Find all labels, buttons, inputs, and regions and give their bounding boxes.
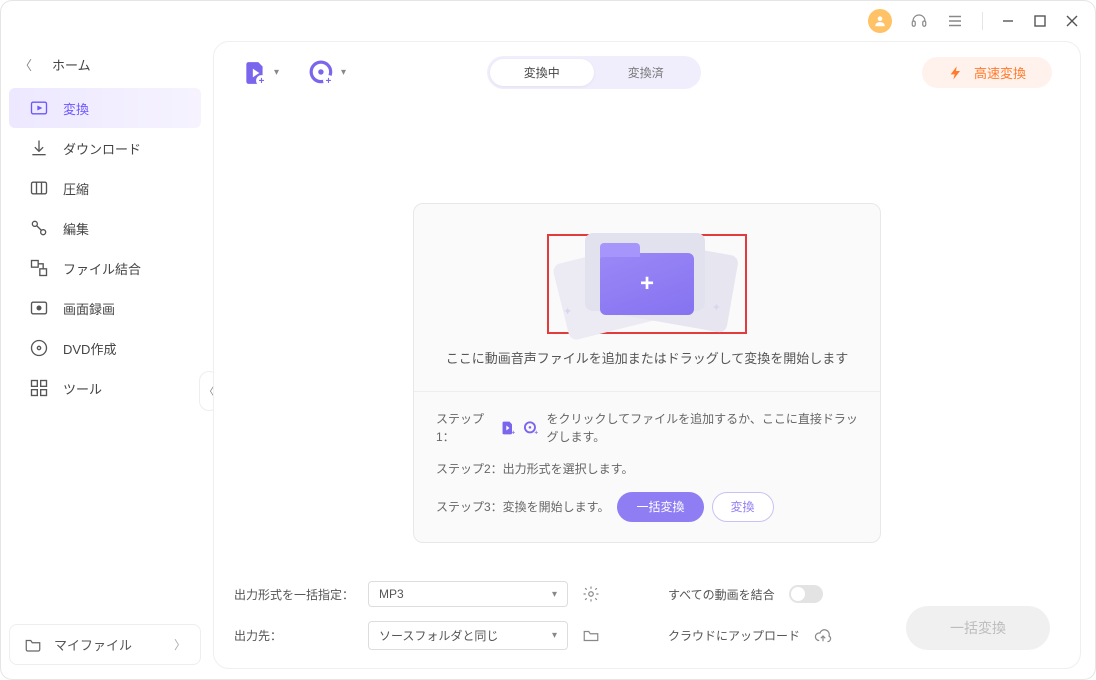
dropzone-message: ここに動画音声ファイルを追加またはドラッグして変換を開始します <box>434 348 860 367</box>
edit-icon <box>29 218 49 238</box>
tabs: 変換中 変換済 <box>487 56 701 89</box>
close-button[interactable] <box>1065 14 1079 28</box>
nav-label: ツール <box>63 379 102 398</box>
sparkle-icon: ✦ <box>563 305 572 318</box>
folder-plus-icon: + <box>600 253 694 315</box>
disc-add-icon: + <box>523 419 538 437</box>
nav-label: DVD作成 <box>63 339 116 358</box>
merge-icon <box>29 258 49 278</box>
sidebar-item-record[interactable]: 画面録画 <box>9 288 201 328</box>
add-media-dropzone[interactable]: + ✦ ✦ <box>547 234 747 334</box>
sparkle-icon: ✦ <box>712 301 721 314</box>
tab-converted[interactable]: 変換済 <box>594 59 698 86</box>
tools-icon <box>29 378 49 398</box>
output-folder-value: ソースフォルダと同じ <box>379 627 498 644</box>
chevron-down-icon: ▾ <box>274 67 279 78</box>
open-folder-icon[interactable] <box>582 627 600 645</box>
svg-text:+: + <box>535 429 539 436</box>
dvd-icon <box>29 338 49 358</box>
folder-icon <box>24 636 42 654</box>
fast-convert-label: 高速変換 <box>974 63 1026 82</box>
output-folder-select[interactable]: ソースフォルダと同じ ▾ <box>368 621 568 650</box>
step-3: ステップ3：変換を開始します。 一括変換 変換 <box>436 492 858 522</box>
dropzone: + ✦ ✦ ここに動画音声ファイルを追加またはドラッグして変換を開始します ステ… <box>413 203 881 543</box>
output-format-select[interactable]: MP3 ▾ <box>368 581 568 607</box>
sidebar-item-merge[interactable]: ファイル結合 <box>9 248 201 288</box>
sidebar-item-edit[interactable]: 編集 <box>9 208 201 248</box>
settings-icon[interactable] <box>582 585 600 603</box>
chevron-down-icon: ▾ <box>552 630 557 641</box>
nav-label: 変換 <box>63 99 89 118</box>
divider <box>982 12 983 30</box>
nav-label: 編集 <box>63 219 89 238</box>
record-icon <box>29 298 49 318</box>
menu-icon[interactable] <box>946 12 964 30</box>
merge-label: すべての動画を結合 <box>668 586 775 603</box>
file-add-icon: + <box>500 419 515 437</box>
nav-label: 画面録画 <box>63 299 115 318</box>
my-files-label: マイファイル <box>54 635 132 654</box>
download-icon <box>29 138 49 158</box>
lightning-icon <box>948 65 964 81</box>
fast-convert-button[interactable]: 高速変換 <box>922 57 1052 88</box>
titlebar <box>1 1 1095 41</box>
sidebar-item-convert[interactable]: 変換 <box>9 88 201 128</box>
batch-convert-main-button[interactable]: 一括変換 <box>906 606 1050 650</box>
avatar[interactable] <box>868 9 892 33</box>
home-link[interactable]: 〈 ホーム <box>1 49 209 88</box>
svg-text:+: + <box>259 75 265 85</box>
chevron-right-icon: 〉 <box>174 636 186 653</box>
output-format-label: 出力形式を一括指定： <box>234 586 354 603</box>
chevron-down-icon: ▾ <box>552 589 557 600</box>
batch-convert-button[interactable]: 一括変換 <box>617 492 703 522</box>
svg-text:+: + <box>326 75 332 85</box>
sidebar-item-compress[interactable]: 圧縮 <box>9 168 201 208</box>
cloud-label: クラウドにアップロード <box>668 627 800 644</box>
nav-label: ファイル結合 <box>63 259 141 278</box>
chevron-left-icon: 〈 <box>19 55 32 74</box>
add-disc-button[interactable]: + ▾ <box>309 60 346 86</box>
output-format-value: MP3 <box>379 587 404 601</box>
chevron-down-icon: ▾ <box>341 67 346 78</box>
output-folder-label: 出力先： <box>234 627 354 644</box>
disc-add-icon: + <box>309 60 335 86</box>
sidebar-item-tools[interactable]: ツール <box>9 368 201 408</box>
nav-label: ダウンロード <box>63 139 141 158</box>
svg-text:+: + <box>511 429 515 436</box>
sidebar-item-download[interactable]: ダウンロード <box>9 128 201 168</box>
home-label: ホーム <box>52 55 91 74</box>
merge-toggle[interactable] <box>789 585 823 603</box>
nav-label: 圧縮 <box>63 179 89 198</box>
cloud-upload-icon[interactable] <box>814 627 832 645</box>
support-icon[interactable] <box>910 12 928 30</box>
tab-converting[interactable]: 変換中 <box>490 59 594 86</box>
step-2: ステップ2：出力形式を選択します。 <box>436 460 858 478</box>
file-add-icon: + <box>242 60 268 86</box>
maximize-button[interactable] <box>1033 14 1047 28</box>
my-files-button[interactable]: マイファイル 〉 <box>9 624 201 665</box>
sidebar-item-dvd[interactable]: DVD作成 <box>9 328 201 368</box>
minimize-button[interactable] <box>1001 14 1015 28</box>
sidebar: 〈 ホーム 変換 ダウンロード 圧縮 編集 ファイル結合 <box>1 41 209 679</box>
compress-icon <box>29 178 49 198</box>
convert-button[interactable]: 変換 <box>712 492 774 522</box>
add-file-button[interactable]: + ▾ <box>242 60 279 86</box>
main-panel: + ▾ + ▾ 変換中 変換済 高速変換 <box>213 41 1081 669</box>
toolbar: + ▾ + ▾ 変換中 変換済 高速変換 <box>214 42 1080 103</box>
convert-icon <box>29 98 49 118</box>
step-1: ステップ1： + + をクリックしてファイルを追加するか、ここに直接ドラッグしま… <box>436 410 858 446</box>
